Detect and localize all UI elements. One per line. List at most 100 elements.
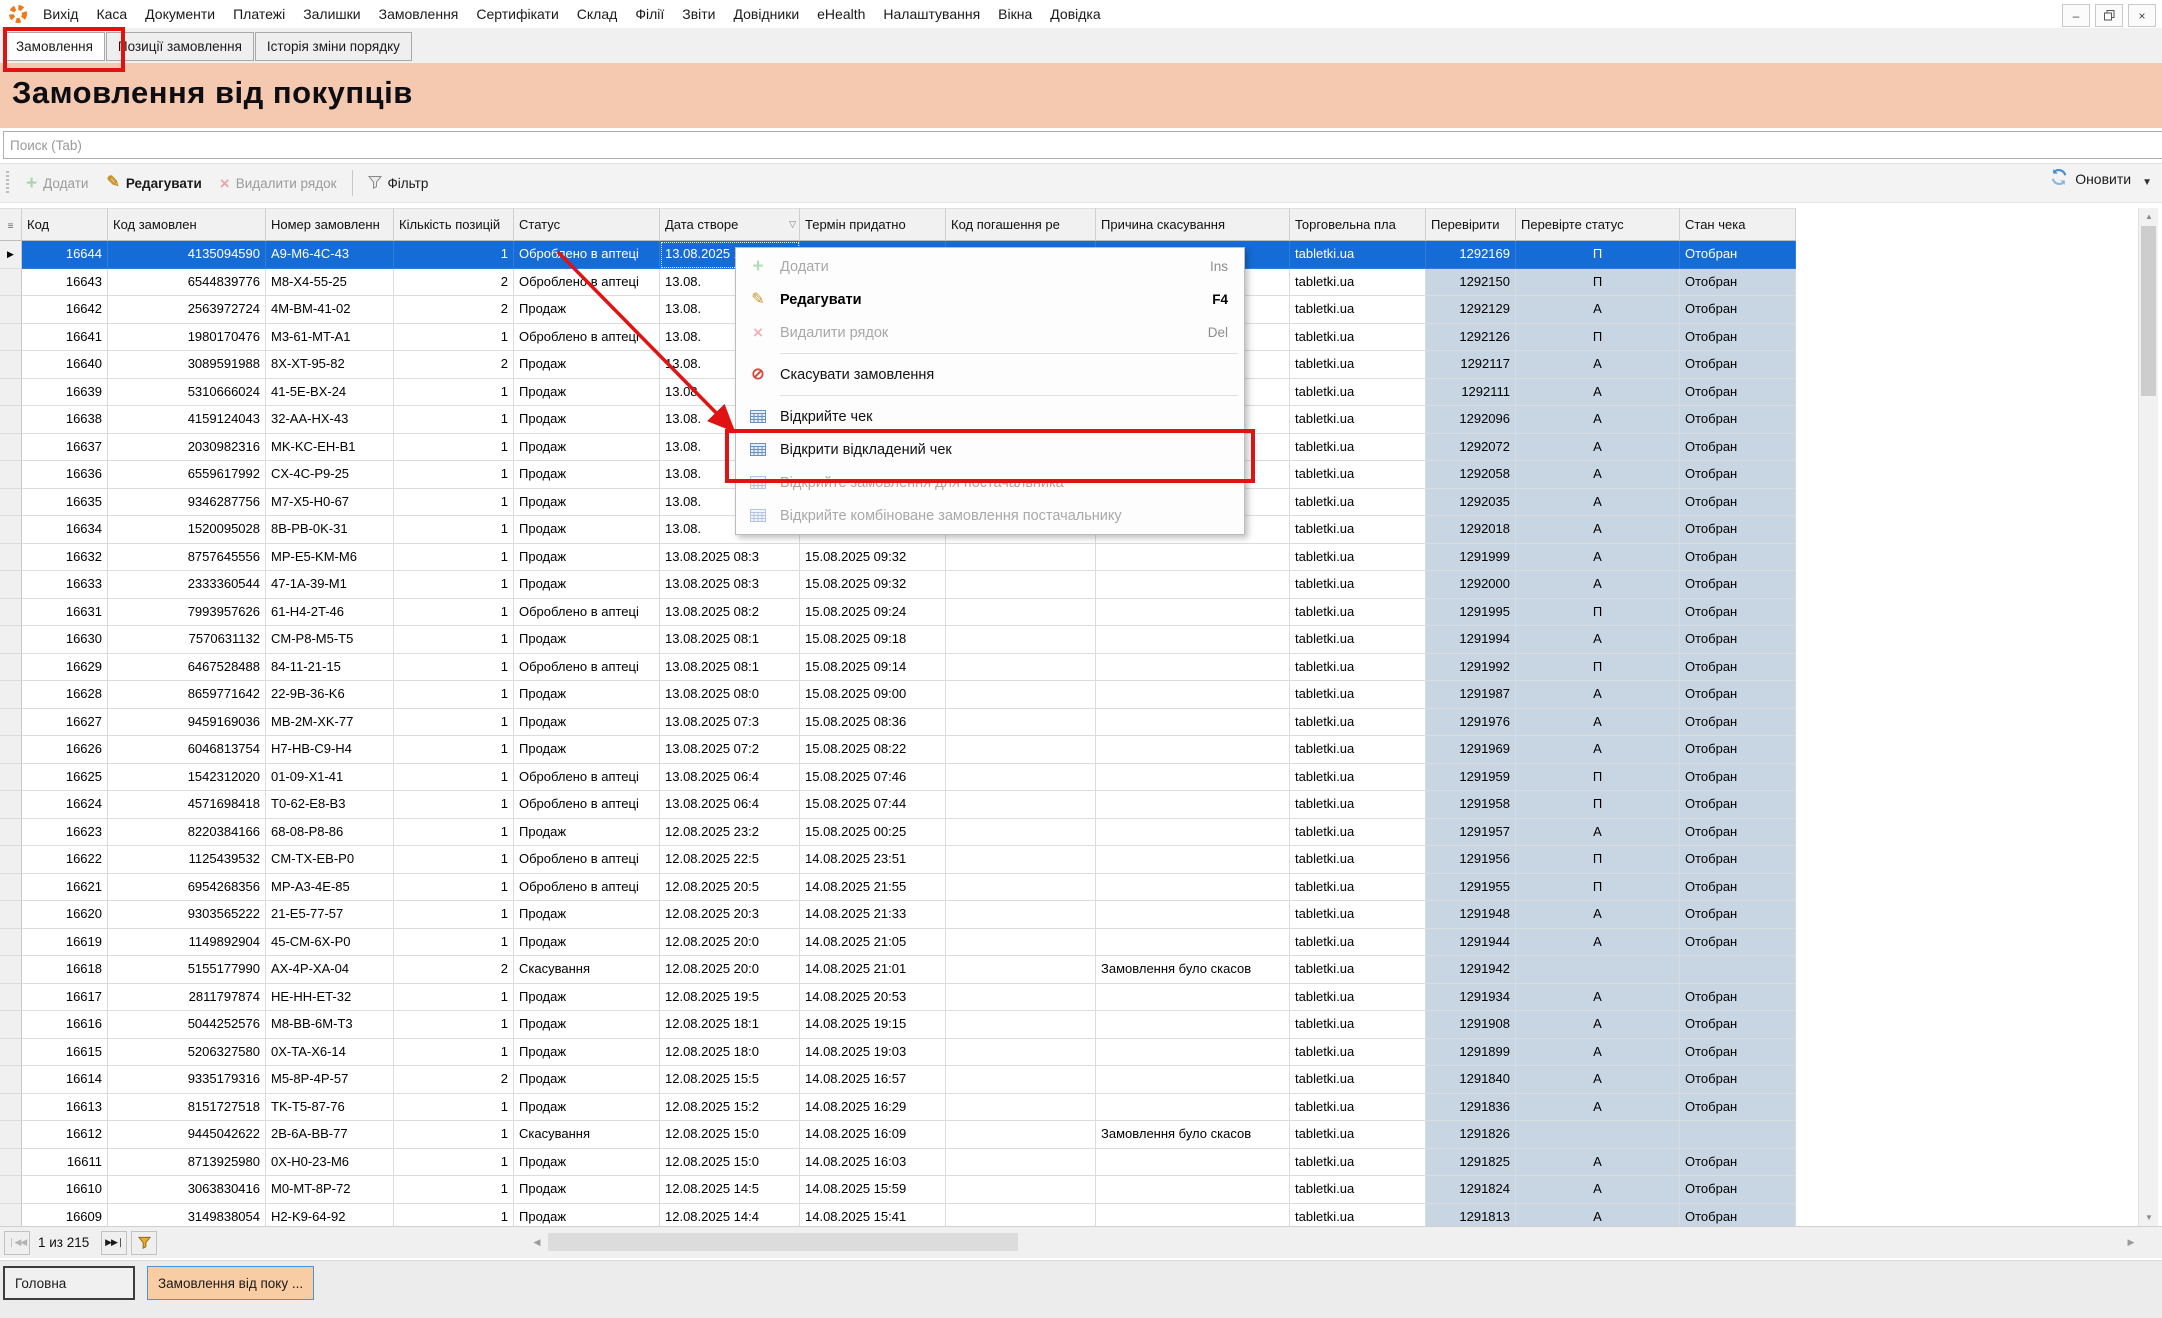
table-cell[interactable]: 0X-H0-23-M6 (266, 1149, 394, 1177)
column-header-Дата створе[interactable]: Дата створе▽ (660, 208, 800, 241)
table-cell[interactable]: 4135094590 (108, 241, 266, 269)
table-cell[interactable]: 15.08.2025 09:24 (800, 599, 946, 627)
table-cell[interactable]: 1 (394, 1176, 514, 1204)
table-cell[interactable]: А (1516, 681, 1680, 709)
table-cell[interactable]: 1 (394, 406, 514, 434)
table-cell[interactable]: 16630 (22, 626, 108, 654)
table-cell[interactable]: Продаж (514, 626, 660, 654)
table-cell[interactable]: 1292035 (1426, 489, 1516, 517)
table-row[interactable]: 166138151727518TK-T5-87-761Продаж12.08.2… (0, 1094, 1796, 1122)
table-cell[interactable]: Оброблено в аптеці (514, 269, 660, 297)
table-cell[interactable] (1096, 1204, 1290, 1227)
table-cell[interactable]: 16633 (22, 571, 108, 599)
table-cell[interactable]: tabletki.ua (1290, 434, 1426, 462)
table-cell[interactable]: 1 (394, 791, 514, 819)
table-cell[interactable]: 14.08.2025 16:09 (800, 1121, 946, 1149)
table-cell[interactable]: tabletki.ua (1290, 599, 1426, 627)
table-row[interactable]: 166165044252576M8-BB-6M-T31Продаж12.08.2… (0, 1011, 1796, 1039)
table-cell[interactable]: 16611 (22, 1149, 108, 1177)
table-cell[interactable]: А (1516, 351, 1680, 379)
table-cell[interactable]: 13.08.2025 07:2 (660, 736, 800, 764)
restore-icon[interactable] (2095, 4, 2123, 27)
table-cell[interactable]: 1 (394, 599, 514, 627)
table-cell[interactable]: 5155177990 (108, 956, 266, 984)
table-cell[interactable]: 32-AA-HX-43 (266, 406, 394, 434)
table-cell[interactable]: 16643 (22, 269, 108, 297)
table-cell[interactable] (946, 791, 1096, 819)
table-cell[interactable]: tabletki.ua (1290, 626, 1426, 654)
table-cell[interactable] (946, 626, 1096, 654)
horizontal-scroll-thumb[interactable] (548, 1233, 1018, 1251)
table-cell[interactable]: А (1516, 1149, 1680, 1177)
table-cell[interactable]: 1291813 (1426, 1204, 1516, 1227)
menubar-item-Документи[interactable]: Документи (136, 2, 224, 26)
toolbar-grip[interactable] (6, 171, 9, 195)
table-row[interactable]: 166185155177990AX-4P-XA-042Скасування12.… (0, 956, 1796, 984)
table-row[interactable]: 166216954268356MP-A3-4E-851Оброблено в а… (0, 874, 1796, 902)
table-cell[interactable]: 12.08.2025 20:0 (660, 929, 800, 957)
menubar-item-Платежі[interactable]: Платежі (224, 2, 294, 26)
table-cell[interactable]: 12.08.2025 14:4 (660, 1204, 800, 1227)
table-cell[interactable]: 1 (394, 681, 514, 709)
table-cell[interactable]: TK-T5-87-76 (266, 1094, 394, 1122)
table-cell[interactable] (946, 929, 1096, 957)
table-cell[interactable]: 1 (394, 819, 514, 847)
table-cell[interactable]: 2 (394, 351, 514, 379)
table-cell[interactable]: 14.08.2025 21:01 (800, 956, 946, 984)
table-cell[interactable] (1680, 1121, 1796, 1149)
table-cell[interactable]: tabletki.ua (1290, 296, 1426, 324)
table-cell[interactable]: 16618 (22, 956, 108, 984)
table-cell[interactable]: Оброблено в аптеці (514, 764, 660, 792)
table-cell[interactable]: П (1516, 324, 1680, 352)
table-cell[interactable]: Отобран (1680, 489, 1796, 517)
table-cell[interactable] (1096, 571, 1290, 599)
table-cell[interactable]: 1 (394, 709, 514, 737)
table-cell[interactable]: 1291826 (1426, 1121, 1516, 1149)
table-cell[interactable] (1680, 956, 1796, 984)
column-header-Перевірте статус[interactable]: Перевірте статус (1516, 208, 1680, 241)
scroll-up-icon[interactable]: ▲ (2139, 208, 2159, 225)
table-cell[interactable]: 16629 (22, 654, 108, 682)
table-cell[interactable]: tabletki.ua (1290, 764, 1426, 792)
table-cell[interactable]: Отобран (1680, 1094, 1796, 1122)
table-cell[interactable]: 16636 (22, 461, 108, 489)
table-cell[interactable]: А (1516, 929, 1680, 957)
table-cell[interactable]: 13.08.2025 08:2 (660, 599, 800, 627)
table-cell[interactable] (946, 764, 1096, 792)
table-cell[interactable]: 14.08.2025 23:51 (800, 846, 946, 874)
table-cell[interactable]: 12.08.2025 15:0 (660, 1149, 800, 1177)
table-cell[interactable]: Продаж (514, 736, 660, 764)
table-cell[interactable]: Отобран (1680, 544, 1796, 572)
table-cell[interactable]: 12.08.2025 15:0 (660, 1121, 800, 1149)
table-cell[interactable]: 16642 (22, 296, 108, 324)
table-cell[interactable]: tabletki.ua (1290, 324, 1426, 352)
table-cell[interactable] (946, 736, 1096, 764)
horizontal-scrollbar[interactable]: ◀ ▶ (528, 1230, 2140, 1254)
table-cell[interactable]: 1292000 (1426, 571, 1516, 599)
table-cell[interactable]: 1 (394, 571, 514, 599)
table-cell[interactable]: MP-E5-KM-M6 (266, 544, 394, 572)
table-cell[interactable]: 1 (394, 379, 514, 407)
column-header-Торговельна пла[interactable]: Торговельна пла (1290, 208, 1426, 241)
table-cell[interactable]: 2 (394, 269, 514, 297)
table-cell[interactable]: M7-X5-H0-67 (266, 489, 394, 517)
scroll-left-icon[interactable]: ◀ (528, 1230, 546, 1254)
table-cell[interactable]: tabletki.ua (1290, 901, 1426, 929)
table-cell[interactable]: M8-BB-6M-T3 (266, 1011, 394, 1039)
menubar-item-Замовлення[interactable]: Замовлення (370, 2, 468, 26)
table-cell[interactable]: 1291899 (1426, 1039, 1516, 1067)
table-cell[interactable]: А (1516, 1066, 1680, 1094)
table-cell[interactable]: 15.08.2025 09:14 (800, 654, 946, 682)
table-cell[interactable]: Продаж (514, 571, 660, 599)
table-cell[interactable]: 14.08.2025 20:53 (800, 984, 946, 1012)
table-cell[interactable]: Продаж (514, 1011, 660, 1039)
table-cell[interactable]: 21-E5-77-57 (266, 901, 394, 929)
table-cell[interactable]: 1 (394, 1094, 514, 1122)
table-cell[interactable]: 1291958 (1426, 791, 1516, 819)
table-cell[interactable]: 6046813754 (108, 736, 266, 764)
table-cell[interactable]: Продаж (514, 351, 660, 379)
table-cell[interactable]: 12.08.2025 18:1 (660, 1011, 800, 1039)
table-cell[interactable] (946, 956, 1096, 984)
table-cell[interactable]: Продаж (514, 489, 660, 517)
table-cell[interactable] (1096, 791, 1290, 819)
